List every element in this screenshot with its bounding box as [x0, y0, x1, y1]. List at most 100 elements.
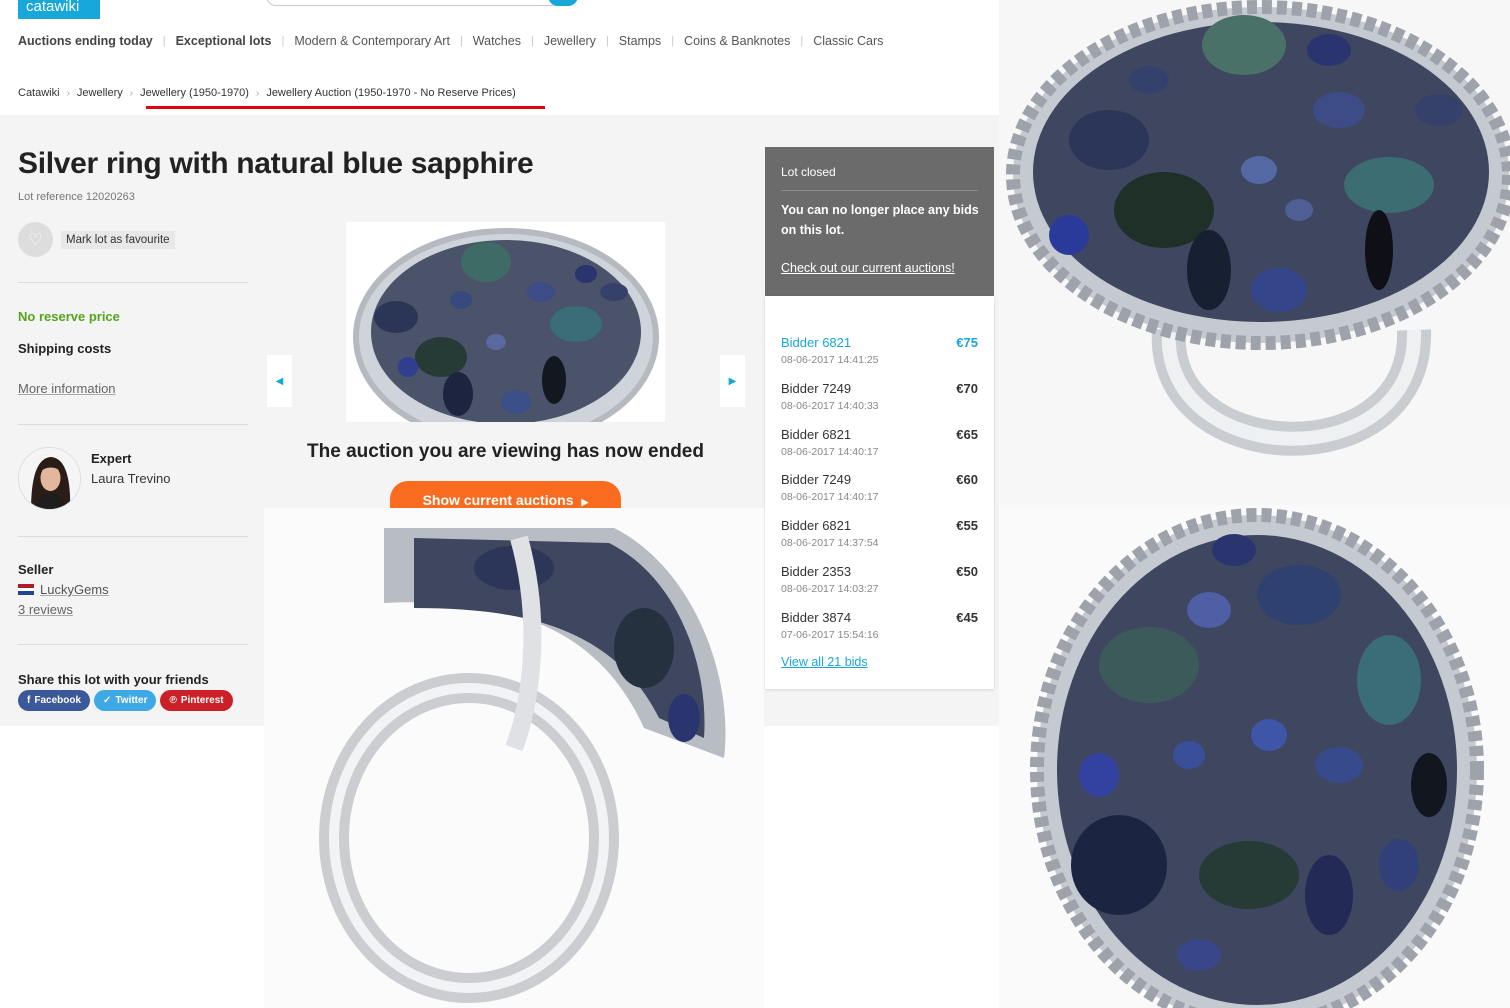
- twitter-share-button[interactable]: ✓ Twitter: [94, 690, 157, 711]
- facebook-share-button[interactable]: f Facebook: [18, 690, 91, 711]
- bid-row: Bidder 3874 07-06-2017 15:54:16 €45: [781, 610, 978, 650]
- breadcrumb: Catawiki › Jewellery › Jewellery (1950-1…: [18, 87, 516, 99]
- pinterest-icon: ℗: [169, 695, 177, 706]
- red-highlight-underline: [146, 106, 545, 109]
- lot-closed-panel: Lot closed You can no longer place any b…: [765, 147, 994, 296]
- bid-row: Bidder 6821 08-06-2017 14:37:54 €55: [781, 518, 978, 558]
- chevron-right-icon: ›: [129, 87, 134, 99]
- bid-amount: €50: [956, 564, 978, 579]
- lot-main-image[interactable]: [346, 222, 665, 422]
- nav-modern-art[interactable]: Modern & Contemporary Art: [294, 34, 450, 48]
- bid-amount: €75: [956, 335, 978, 350]
- nav-separator: |: [605, 35, 609, 47]
- no-reserve-label: No reserve price: [18, 309, 120, 324]
- pinterest-share-button[interactable]: ℗ Pinterest: [160, 690, 233, 711]
- twitter-icon: ✓: [103, 695, 112, 706]
- bidder-name: Bidder 6821: [781, 335, 852, 350]
- expert-name: Laura Trevino: [91, 471, 171, 486]
- bid-time: 07-06-2017 15:54:16: [781, 629, 879, 641]
- more-information-link[interactable]: More information: [18, 381, 116, 396]
- twitter-label: Twitter: [115, 695, 148, 706]
- lot-closed-message: You can no longer place any bids on this…: [781, 203, 979, 237]
- netherlands-flag-icon: [18, 584, 34, 596]
- expert-avatar: [18, 447, 81, 510]
- gallery-next-button[interactable]: ▶: [720, 355, 745, 407]
- nav-watches[interactable]: Watches: [473, 34, 521, 48]
- breadcrumb-jewellery-1950-1970[interactable]: Jewellery (1950-1970): [140, 87, 249, 99]
- divider: [18, 644, 248, 645]
- lot-title: Silver ring with natural blue sapphire: [18, 147, 534, 180]
- breadcrumb-jewellery[interactable]: Jewellery: [77, 87, 123, 99]
- auction-ended-message: The auction you are viewing has now ende…: [307, 441, 704, 462]
- chevron-right-icon: ›: [66, 87, 70, 99]
- ring-photo-side: [264, 508, 764, 1008]
- lot-reference: Lot reference 12020263: [18, 191, 135, 203]
- facebook-label: Facebook: [34, 695, 82, 706]
- chevron-right-icon: ›: [255, 87, 260, 99]
- arrow-left-icon: ◀: [275, 375, 284, 387]
- show-current-auctions-button[interactable]: Show current auctions ▶: [390, 481, 621, 508]
- bidder-name: Bidder 6821: [781, 427, 852, 442]
- nav-auctions-ending-today[interactable]: Auctions ending today: [18, 34, 153, 48]
- ring-photo-top: [999, 505, 1510, 1008]
- bid-time: 08-06-2017 14:40:17: [781, 446, 879, 458]
- bid-time: 08-06-2017 14:41:25: [781, 354, 879, 366]
- category-nav: Auctions ending today | Exceptional lots…: [18, 34, 883, 48]
- bid-history: Bidder 6821 08-06-2017 14:41:25 €75 Bidd…: [765, 296, 994, 689]
- bid-row: Bidder 6821 08-06-2017 14:40:17 €65: [781, 427, 978, 467]
- gallery-prev-button[interactable]: ◀: [267, 355, 292, 407]
- header: catawiki Auctions ending today | Excepti…: [0, 0, 999, 115]
- nav-separator: |: [671, 35, 675, 47]
- view-all-bids-link[interactable]: View all 21 bids: [781, 655, 868, 669]
- breadcrumb-jewellery-auction[interactable]: Jewellery Auction (1950-1970 - No Reserv…: [266, 87, 515, 99]
- caret-right-icon: ▶: [581, 497, 589, 507]
- bid-time: 08-06-2017 14:40:33: [781, 400, 879, 412]
- bid-amount: €70: [956, 381, 978, 396]
- bid-amount: €55: [956, 518, 978, 533]
- bid-time: 08-06-2017 14:37:54: [781, 537, 879, 549]
- share-buttons: f Facebook ✓ Twitter ℗ Pinterest: [18, 690, 233, 711]
- divider: [18, 282, 248, 283]
- nav-separator: |: [459, 35, 463, 47]
- arrow-right-icon: ▶: [728, 375, 737, 387]
- pinterest-label: Pinterest: [180, 695, 224, 706]
- nav-classic-cars[interactable]: Classic Cars: [813, 34, 883, 48]
- lot-closed-title: Lot closed: [781, 165, 836, 179]
- favourite-control[interactable]: ♡ Mark lot as favourite: [18, 222, 175, 257]
- bidder-name: Bidder 7249: [781, 381, 852, 396]
- ring-photo-angled: [999, 0, 1510, 505]
- nav-separator: |: [281, 35, 285, 47]
- facebook-icon: f: [27, 695, 31, 706]
- nav-separator: |: [530, 35, 534, 47]
- divider: [781, 190, 978, 191]
- seller-name-link[interactable]: LuckyGems: [40, 582, 109, 597]
- divider: [18, 424, 248, 425]
- bid-amount: €45: [956, 610, 978, 625]
- bidder-name: Bidder 7249: [781, 472, 852, 487]
- divider: [18, 536, 248, 537]
- nav-exceptional-lots[interactable]: Exceptional lots: [176, 34, 272, 48]
- favourite-label[interactable]: Mark lot as favourite: [61, 230, 175, 249]
- bidder-name: Bidder 6821: [781, 518, 852, 533]
- heart-icon[interactable]: ♡: [18, 222, 53, 257]
- bid-amount: €60: [956, 472, 978, 487]
- nav-separator: |: [162, 35, 166, 47]
- search-input[interactable]: [266, 0, 562, 6]
- nav-jewellery[interactable]: Jewellery: [544, 34, 596, 48]
- nav-stamps[interactable]: Stamps: [619, 34, 661, 48]
- nav-separator: |: [800, 35, 804, 47]
- bid-row: Bidder 7249 08-06-2017 14:40:17 €60: [781, 472, 978, 512]
- bid-row: Bidder 6821 08-06-2017 14:41:25 €75: [781, 335, 978, 375]
- bidder-name: Bidder 2353: [781, 564, 852, 579]
- current-auctions-link[interactable]: Check out our current auctions!: [781, 261, 955, 275]
- page: catawiki Auctions ending today | Excepti…: [0, 0, 1510, 1008]
- nav-coins-banknotes[interactable]: Coins & Banknotes: [684, 34, 790, 48]
- expert-label: Expert: [91, 451, 132, 466]
- bid-row: Bidder 7249 08-06-2017 14:40:33 €70: [781, 381, 978, 421]
- bid-time: 08-06-2017 14:40:17: [781, 491, 879, 503]
- seller-label: Seller: [18, 562, 54, 577]
- catawiki-logo[interactable]: catawiki: [18, 0, 100, 19]
- seller-reviews-link[interactable]: 3 reviews: [18, 602, 73, 617]
- breadcrumb-catawiki[interactable]: Catawiki: [18, 87, 60, 99]
- bid-amount: €65: [956, 427, 978, 442]
